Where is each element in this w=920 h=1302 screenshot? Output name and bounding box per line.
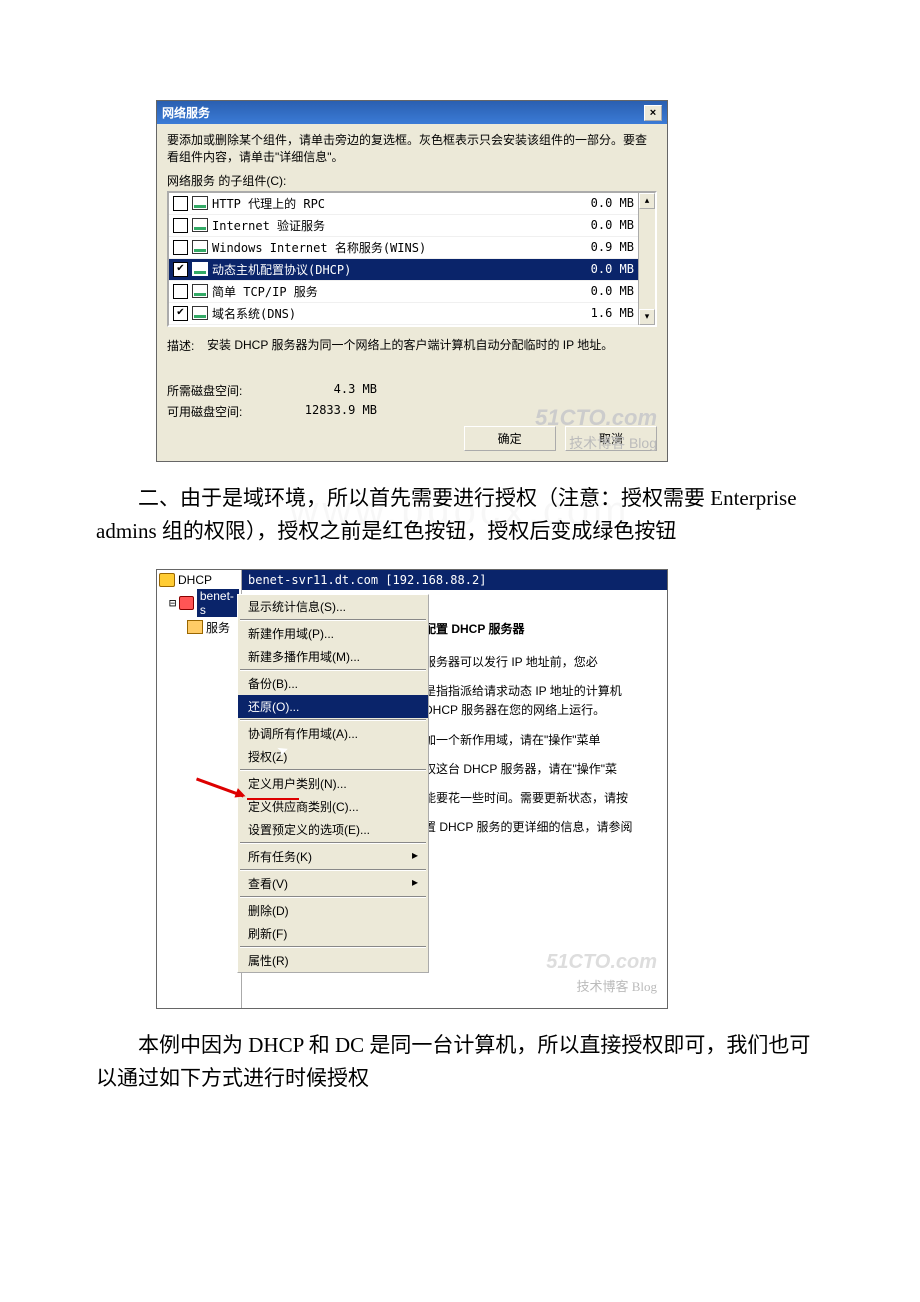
checkbox[interactable]	[173, 240, 188, 255]
list-item[interactable]: HTTP 代理上的 RPC0.0 MB	[169, 193, 638, 215]
scrollbar[interactable]: ▴ ▾	[638, 193, 655, 325]
details-line: 加一个新作用域，请在"操作"菜单	[424, 731, 659, 750]
watermark-logo: 51CTO.com	[546, 946, 657, 978]
service-icon	[192, 218, 208, 232]
menu-display-stats[interactable]: 显示统计信息(S)...	[238, 595, 428, 618]
menu-user-class[interactable]: 定义用户类别(N)...	[238, 772, 428, 795]
menu-new-scope[interactable]: 新建作用域(P)...	[238, 622, 428, 645]
details-line: DHCP 服务器在您的网络上运行。	[424, 701, 659, 720]
scroll-up-icon[interactable]: ▴	[639, 193, 655, 209]
list-item[interactable]: ✔ 域名系统(DNS)1.6 MB	[169, 303, 638, 325]
details-line: 置 DHCP 服务的更详细的信息，请参阅	[424, 818, 659, 837]
folder-icon	[187, 620, 203, 634]
watermark-blog: 技术博客 Blog	[576, 977, 657, 998]
item-size: 0.0 MB	[574, 218, 634, 232]
list-item[interactable]: 简单 TCP/IP 服务0.0 MB	[169, 281, 638, 303]
service-icon	[192, 306, 208, 320]
details-line: 是指指派给请求动态 IP 地址的计算机	[424, 682, 659, 701]
paragraph-3: 本例中因为 DHCP 和 DC 是同一台计算机，所以直接授权即可，我们也可以通过…	[96, 1029, 824, 1096]
required-space-value: 4.3 MB	[267, 382, 377, 399]
item-label: Internet 验证服务	[212, 217, 574, 234]
required-space-label: 所需磁盘空间:	[167, 382, 267, 399]
subcomponents-label: 网络服务 的子组件(C):	[167, 172, 657, 189]
service-icon	[192, 196, 208, 210]
tree-label: 服务	[206, 619, 230, 636]
tree-child-node[interactable]: 服务	[159, 618, 239, 637]
item-size: 0.0 MB	[574, 262, 634, 276]
menu-predefined[interactable]: 设置预定义的选项(E)...	[238, 818, 428, 841]
item-label: Windows Internet 名称服务(WINS)	[212, 239, 574, 256]
menu-new-multicast[interactable]: 新建多播作用域(M)...	[238, 645, 428, 668]
details-line: 能要花一些时间。需要更新状态，请按	[424, 789, 659, 808]
paragraph-2: www.bdocx.com 二、由于是域环境，所以首先需要进行授权（注意：授权需…	[96, 482, 824, 549]
tree-label: DHCP	[178, 573, 212, 587]
menu-all-tasks[interactable]: 所有任务(K)	[238, 845, 428, 868]
network-services-dialog: 网络服务 × 要添加或删除某个组件，请单击旁边的复选框。灰色框表示只会安装该组件…	[156, 100, 668, 462]
menu-restore[interactable]: 还原(O)...	[238, 695, 428, 718]
list-item[interactable]: Internet 验证服务0.0 MB	[169, 215, 638, 237]
item-size: 0.9 MB	[574, 240, 634, 254]
context-menu: 显示统计信息(S)... 新建作用域(P)... 新建多播作用域(M)... 备…	[237, 594, 429, 973]
details-heading: 配置 DHCP 服务器	[424, 620, 659, 639]
close-icon[interactable]: ×	[644, 105, 662, 121]
list-item[interactable]: Windows Internet 名称服务(WINS)0.9 MB	[169, 237, 638, 259]
service-icon	[192, 262, 208, 276]
details-line: 服务器可以发行 IP 地址前，您必	[424, 653, 659, 672]
menu-backup[interactable]: 备份(B)...	[238, 672, 428, 695]
subcomponents-listbox[interactable]: HTTP 代理上的 RPC0.0 MBInternet 验证服务0.0 MBWi…	[167, 191, 657, 327]
item-label: 简单 TCP/IP 服务	[212, 283, 574, 300]
service-icon	[192, 284, 208, 298]
checkbox[interactable]: ✔	[173, 262, 188, 277]
menu-properties[interactable]: 属性(R)	[238, 949, 428, 972]
menu-reconcile[interactable]: 协调所有作用域(A)...	[238, 722, 428, 745]
service-icon	[192, 240, 208, 254]
tree-server-node[interactable]: ⊟ benet-s	[159, 588, 239, 618]
menu-delete[interactable]: 删除(D)	[238, 899, 428, 922]
menu-view[interactable]: 查看(V)	[238, 872, 428, 895]
cancel-button[interactable]: 取消	[565, 426, 657, 451]
item-size: 0.0 MB	[574, 196, 634, 210]
menu-refresh[interactable]: 刷新(F)	[238, 922, 428, 945]
menu-authorize[interactable]: 授权(Z)	[238, 745, 428, 768]
details-title: benet-svr11.dt.com [192.168.88.2]	[242, 570, 667, 590]
tree-root-dhcp[interactable]: DHCP	[159, 572, 239, 588]
item-size: 1.6 MB	[574, 306, 634, 320]
description-text: 安装 DHCP 服务器为同一个网络上的客户端计算机自动分配临时的 IP 地址。	[207, 337, 657, 354]
checkbox[interactable]	[173, 196, 188, 211]
list-item[interactable]: ✔ 动态主机配置协议(DHCP)0.0 MB	[169, 259, 638, 281]
checkbox[interactable]	[173, 284, 188, 299]
available-space-value: 12833.9 MB	[267, 403, 377, 420]
dialog-instruction: 要添加或删除某个组件，请单击旁边的复选框。灰色框表示只会安装该组件的一部分。要查…	[167, 132, 657, 166]
item-label: 动态主机配置协议(DHCP)	[212, 261, 574, 278]
ok-button[interactable]: 确定	[464, 426, 556, 451]
item-label: 域名系统(DNS)	[212, 305, 574, 322]
details-line: 权这台 DHCP 服务器，请在"操作"菜	[424, 760, 659, 779]
scroll-down-icon[interactable]: ▾	[639, 309, 655, 325]
item-size: 0.0 MB	[574, 284, 634, 298]
tree-label-selected: benet-s	[197, 589, 239, 617]
dhcp-icon	[159, 573, 175, 587]
dhcp-console-screenshot: ➤ DHCP ⊟ benet-s 服务 显示统计信息(S)... 新建作用域(P…	[156, 569, 668, 1009]
checkbox[interactable]: ✔	[173, 306, 188, 321]
dialog-title: 网络服务	[162, 104, 210, 121]
item-label: HTTP 代理上的 RPC	[212, 195, 574, 212]
red-underline-icon	[247, 798, 299, 800]
available-space-label: 可用磁盘空间:	[167, 403, 267, 420]
description-label: 描述:	[167, 337, 207, 354]
dialog-titlebar: 网络服务 ×	[157, 101, 667, 124]
server-icon	[179, 596, 194, 610]
checkbox[interactable]	[173, 218, 188, 233]
